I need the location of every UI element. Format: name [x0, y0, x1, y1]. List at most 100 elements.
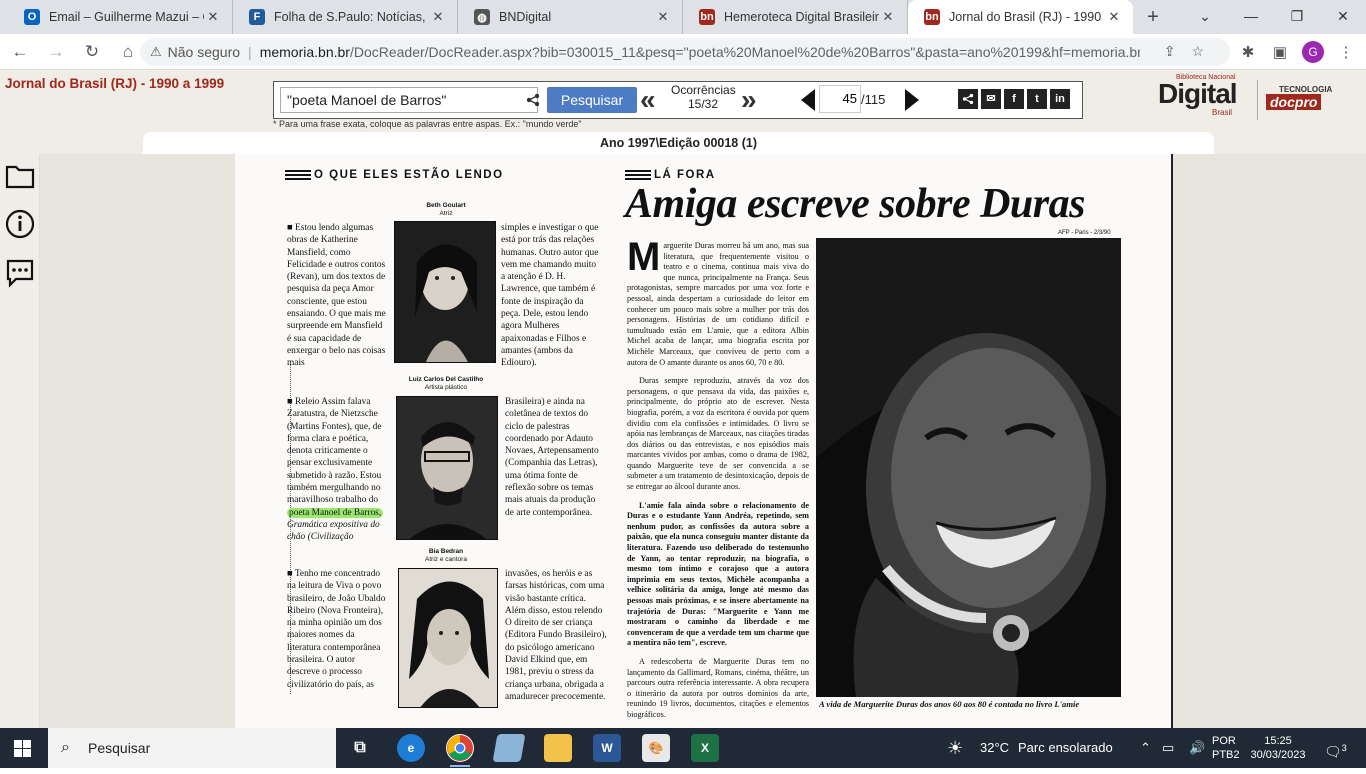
weather-temp[interactable]: 32°C [980, 728, 1009, 768]
taskbar-search-label: Pesquisar [88, 740, 151, 756]
clock[interactable]: 15:25 30/03/2023 [1248, 734, 1308, 774]
bookmark-star-icon[interactable]: ⇪☆ [1164, 43, 1220, 60]
close-tab-icon[interactable]: ✕ [429, 9, 447, 25]
text-block-part: ■ Releio Assim falava Zaratustra, de Nie… [287, 397, 382, 506]
warning-icon: ⚠ [150, 44, 162, 59]
language-indicator[interactable]: POR PTB2 [1212, 734, 1240, 774]
next-occurrence-icon[interactable]: » [741, 84, 757, 116]
reload-icon[interactable]: ↻ [76, 42, 108, 62]
windows-start-icon[interactable] [14, 740, 31, 757]
taskbar-search[interactable]: ⌕ Pesquisar [48, 728, 336, 768]
weather-icon[interactable]: ☀ [947, 728, 963, 768]
file-explorer-icon[interactable] [544, 734, 572, 762]
logo-sub-text: Brasil [1212, 108, 1233, 117]
site-header: Jornal do Brasil (RJ) - 1990 a 1999 Pesq… [0, 70, 1366, 154]
portrait-photo [394, 221, 496, 363]
task-view-icon[interactable]: ⧉ [346, 734, 374, 762]
notification-count: 3 [1341, 743, 1347, 753]
close-window-button[interactable]: ✕ [1320, 0, 1366, 34]
close-tab-icon[interactable]: ✕ [879, 9, 897, 25]
article-dropcap: M [627, 235, 661, 279]
left-toolbar [0, 154, 40, 730]
notifications-icon[interactable]: 🗨3 [1324, 728, 1347, 768]
clock-date: 30/03/2023 [1250, 749, 1306, 761]
minimize-button[interactable]: — [1228, 0, 1274, 34]
person-role: Atriz [439, 210, 453, 217]
browser-toolbar: ← → ↻ ⌂ ⚠ Não seguro | memoria.bn.br/Doc… [0, 34, 1366, 70]
text-block: invasões, os heróis e as farsas históric… [505, 569, 607, 702]
extensions-icon[interactable]: ✱ [1238, 43, 1258, 61]
linkedin-icon[interactable]: in [1050, 89, 1070, 109]
url-text: memoria.bn.br/DocReader/DocReader.aspx?b… [260, 44, 1140, 60]
comment-icon[interactable] [5, 258, 35, 288]
restore-button[interactable]: ❐ [1274, 0, 1320, 34]
previous-occurrence-icon[interactable]: « [640, 84, 656, 116]
next-page-icon[interactable] [905, 89, 919, 111]
toolbar-right: ✱ ▣ G ⋮ [1238, 34, 1356, 70]
person-role: Atriz e cantora [425, 556, 467, 563]
photo-caption: A vida de Marguerite Duras dos anos 60 a… [819, 699, 1080, 709]
browser-tab[interactable]: F Folha de S.Paulo: Notícias, Im ✕ [233, 0, 458, 34]
paint-icon[interactable]: 🎨 [642, 734, 670, 762]
edge-icon[interactable]: e [397, 734, 425, 762]
browser-tab[interactable]: bn Hemeroteca Digital Brasileira ✕ [683, 0, 908, 34]
chrome-icon[interactable] [446, 734, 474, 767]
menu-icon[interactable]: ⋮ [1336, 43, 1356, 61]
photo-credit: AFP - Paris - 2/3/90 [1058, 230, 1111, 236]
network-icon[interactable]: ▭ [1162, 728, 1174, 768]
forward-icon[interactable]: → [40, 42, 72, 62]
folder-icon[interactable] [5, 162, 35, 192]
tab-title: BNDigital [499, 10, 552, 24]
browser-tab[interactable]: O Email – Guilherme Mazui – O ✕ [8, 0, 233, 34]
outlook-icon: O [24, 9, 40, 25]
address-separator: | [248, 44, 252, 60]
tab-title: Email – Guilherme Mazui – O [49, 10, 204, 24]
browser-tab[interactable]: bn Jornal do Brasil (RJ) - 1990 a ✕ [908, 0, 1133, 34]
notes-app-icon[interactable] [492, 734, 526, 762]
back-icon[interactable]: ← [4, 42, 36, 62]
text-block: Brasileira) e ainda na coletânea de text… [505, 397, 599, 518]
hemeroteca-logo[interactable]: Digital [1158, 78, 1238, 110]
twitter-icon[interactable]: t [1027, 89, 1047, 109]
search-button[interactable]: Pesquisar [547, 87, 637, 113]
article-paragraph: L'amie fala ainda sobre o relacionamento… [627, 500, 809, 648]
docpro-logo: docpro [1266, 94, 1322, 110]
info-icon[interactable] [5, 209, 35, 239]
logo-divider [1257, 80, 1258, 120]
search-highlight[interactable]: poeta Manoel de Barros, [287, 507, 384, 518]
close-tab-icon[interactable]: ✕ [654, 9, 672, 25]
close-tab-icon[interactable]: ✕ [1105, 9, 1123, 25]
facebook-icon[interactable]: f [1004, 89, 1024, 109]
new-tab-button[interactable]: + [1133, 0, 1173, 34]
portrait-photo [396, 396, 498, 540]
email-icon[interactable]: ✉ [981, 89, 1001, 109]
avatar[interactable]: G [1302, 41, 1324, 63]
previous-page-icon[interactable] [801, 89, 815, 111]
tab-title: Folha de S.Paulo: Notícias, Im [274, 10, 429, 24]
search-icon: ⌕ [61, 739, 70, 756]
word-icon[interactable]: W [593, 734, 621, 762]
search-input[interactable] [280, 87, 538, 113]
address-bar[interactable]: ⚠ Não seguro | memoria.bn.br/DocReader/D… [140, 38, 1230, 66]
excel-icon[interactable]: X [691, 734, 719, 762]
close-tab-icon[interactable]: ✕ [204, 9, 222, 25]
search-hint: * Para uma frase exata, coloque as palav… [273, 119, 582, 129]
tray-chevron-icon[interactable]: ⌃ [1140, 728, 1151, 768]
docpro-tec-text: TECNOLOGIA [1279, 85, 1333, 94]
newspaper-page[interactable]: O QUE ELES ESTÃO LENDO Beth Goulart Atriz… [235, 154, 1173, 728]
tab-search-icon[interactable]: ⌄ [1182, 0, 1228, 34]
volume-icon[interactable]: 🔊 [1189, 728, 1205, 768]
side-panel-icon[interactable]: ▣ [1270, 43, 1290, 61]
windows-taskbar: ⌕ Pesquisar ⧉ e W 🎨 X ☀ 32°C Parc ensola… [0, 728, 1366, 768]
browser-tab[interactable]: ◍ BNDigital ✕ [458, 0, 683, 34]
share-search-icon[interactable] [526, 93, 540, 110]
share-icon[interactable] [958, 89, 978, 109]
person-caption: Luiz Carlos Del Castilho Artista plástico [395, 376, 497, 392]
page-number-input[interactable]: 45 [819, 85, 861, 113]
duras-photo [816, 238, 1121, 697]
weather-desc[interactable]: Parc ensolarado [1018, 728, 1113, 768]
portrait-photo [398, 568, 498, 708]
text-block: simples e investigar o que está por trás… [501, 223, 599, 369]
url-host: memoria.bn.br [259, 44, 350, 60]
tab-strip: O Email – Guilherme Mazui – O ✕ F Folha de S… [0, 0, 1366, 34]
